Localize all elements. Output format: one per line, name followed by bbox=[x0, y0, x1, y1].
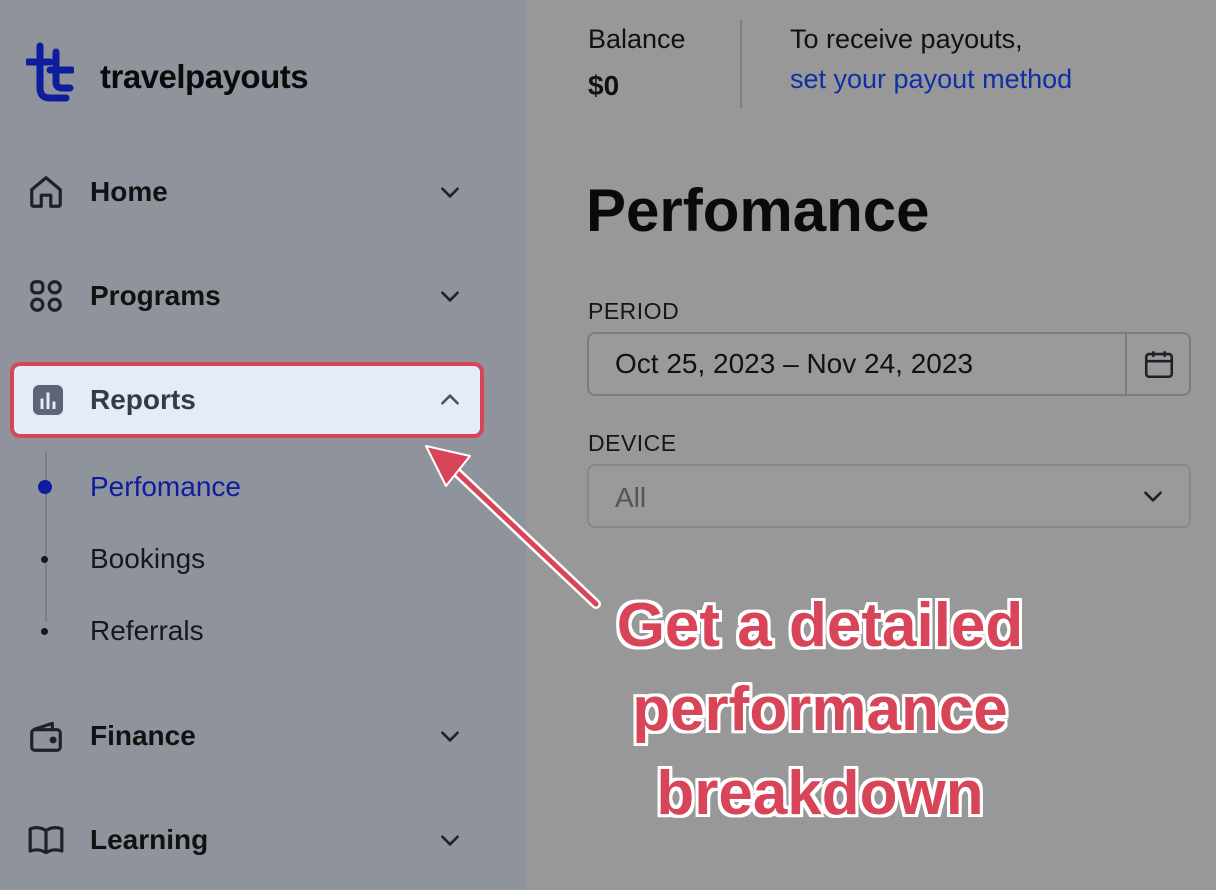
sidebar-item-reports[interactable]: Reports bbox=[10, 362, 484, 438]
page-title: Perfomance bbox=[586, 177, 930, 244]
home-icon bbox=[26, 172, 66, 212]
annotation-callout: Get a detailed performance breakdown bbox=[600, 584, 1040, 836]
book-icon bbox=[26, 820, 66, 860]
chevron-down-icon[interactable] bbox=[434, 720, 466, 752]
wallet-icon bbox=[26, 716, 66, 756]
period-value: Oct 25, 2023 – Nov 24, 2023 bbox=[615, 348, 974, 379]
sidebar-item-label: Finance bbox=[90, 720, 196, 751]
sidebar-item-learning[interactable]: Learning bbox=[10, 804, 484, 876]
callout-line: performance bbox=[632, 675, 1008, 744]
header-divider bbox=[740, 20, 742, 108]
callout-line: Get a detailed bbox=[616, 591, 1024, 660]
sidebar-item-programs[interactable]: Programs bbox=[10, 260, 484, 332]
period-date-range-input[interactable]: Oct 25, 2023 – Nov 24, 2023 bbox=[587, 332, 1191, 396]
sidebar-subitem-label: Referrals bbox=[90, 615, 204, 646]
sidebar-item-label: Reports bbox=[90, 384, 196, 415]
dot-icon bbox=[41, 556, 48, 563]
chevron-down-icon[interactable] bbox=[434, 280, 466, 312]
chevron-up-icon[interactable] bbox=[434, 384, 466, 416]
balance-value: $0 bbox=[588, 70, 620, 101]
sidebar-item-finance[interactable]: Finance bbox=[10, 700, 484, 772]
brand-logo[interactable]: travelpayouts bbox=[24, 42, 309, 111]
chevron-down-icon[interactable] bbox=[434, 176, 466, 208]
grid-icon bbox=[26, 276, 66, 316]
sidebar-item-label: Learning bbox=[90, 824, 209, 855]
sidebar-subitem-bookings[interactable]: Bookings bbox=[26, 539, 426, 579]
period-label: PERIOD bbox=[588, 298, 680, 324]
sidebar-item-label: Home bbox=[90, 176, 168, 207]
device-select[interactable]: All bbox=[587, 464, 1191, 528]
payout-text: To receive payouts, bbox=[790, 24, 1023, 54]
chevron-down-icon[interactable] bbox=[434, 824, 466, 856]
brand-name: travelpayouts bbox=[100, 57, 309, 95]
sidebar-subitem-perfomance[interactable]: Perfomance bbox=[26, 467, 426, 507]
sidebar-subitem-label: Bookings bbox=[90, 543, 206, 574]
sidebar-item-label: Programs bbox=[90, 280, 221, 311]
sidebar-subitem-referrals[interactable]: Referrals bbox=[26, 611, 426, 651]
callout-line: breakdown bbox=[656, 759, 984, 828]
sidebar: travelpayouts Home Programs Reports Perf… bbox=[0, 0, 526, 890]
device-label: DEVICE bbox=[588, 430, 677, 456]
balance-label: Balance bbox=[588, 24, 686, 54]
device-value: All bbox=[615, 482, 647, 513]
calendar-icon[interactable] bbox=[1129, 334, 1189, 394]
sidebar-item-home[interactable]: Home bbox=[10, 156, 484, 228]
active-dot-icon bbox=[38, 480, 52, 494]
bar-chart-icon bbox=[28, 380, 68, 420]
sidebar-subitem-label: Perfomance bbox=[90, 471, 241, 502]
payout-method-link[interactable]: set your payout method bbox=[790, 64, 1072, 95]
dot-icon bbox=[41, 628, 48, 635]
travelpayouts-logo-icon bbox=[24, 42, 76, 111]
calendar-separator bbox=[1125, 334, 1127, 394]
chevron-down-icon bbox=[1137, 480, 1169, 512]
